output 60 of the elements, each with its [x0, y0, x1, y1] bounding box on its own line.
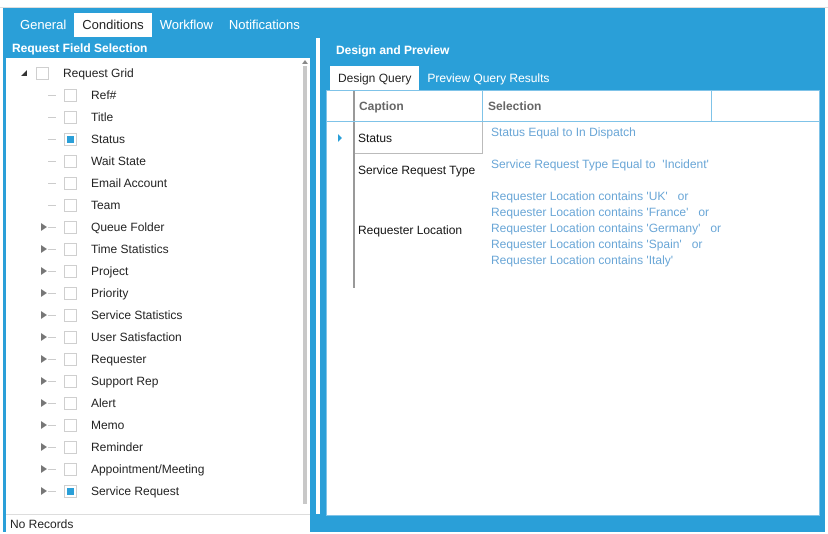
column-header[interactable]: Selection — [483, 91, 712, 121]
condition-text: Requester Location contains 'Spain' or — [491, 236, 704, 252]
tab[interactable]: Design Query — [330, 66, 420, 90]
table-cell[interactable]: Service Request Type — [355, 154, 483, 186]
checkbox[interactable] — [64, 308, 77, 322]
tree-item[interactable]: Project — [91, 262, 128, 280]
tree-item[interactable]: Reminder — [91, 438, 144, 456]
checkbox[interactable] — [64, 154, 77, 168]
checkbox[interactable] — [64, 176, 77, 190]
tree-item[interactable]: Wait State — [91, 152, 146, 170]
condition-text: Status Equal to In Dispatch — [491, 124, 636, 140]
checkbox[interactable] — [36, 66, 49, 80]
tree-item[interactable]: Request Grid — [63, 64, 134, 82]
row-indicator-icon — [338, 134, 342, 142]
checkbox[interactable] — [64, 198, 77, 212]
checkbox[interactable] — [64, 418, 77, 432]
checkbox[interactable] — [64, 440, 77, 454]
checkbox[interactable] — [64, 88, 77, 102]
checkbox[interactable] — [64, 374, 77, 388]
column-header[interactable]: Caption — [355, 91, 483, 121]
checkbox[interactable] — [64, 110, 77, 124]
tree-item[interactable]: Email Account — [91, 174, 168, 192]
condition-text: Requester Location contains 'Germany' or — [491, 220, 722, 236]
scroll-up-icon[interactable] — [302, 60, 308, 64]
tree-item[interactable]: Support Rep — [91, 372, 158, 390]
panel-title: Request Field Selection — [11, 40, 148, 57]
checkbox[interactable] — [64, 242, 77, 256]
tab[interactable]: Conditions — [74, 13, 152, 37]
checkbox[interactable] — [64, 484, 77, 498]
condition-text: Requester Location contains 'Italy' — [491, 252, 674, 268]
condition-text: Service Request Type Equal to 'Incident' — [491, 156, 709, 172]
tree-item[interactable]: Queue Folder — [91, 218, 164, 236]
condition-text: Requester Location contains 'France' or — [491, 204, 710, 220]
checkbox[interactable] — [64, 264, 77, 278]
tree-item[interactable]: Ref# — [91, 86, 116, 104]
table-cell[interactable]: Status — [355, 122, 483, 154]
status-bar: No Records — [6, 514, 310, 532]
panel-title: Design and Preview — [335, 42, 450, 59]
checkbox[interactable] — [64, 220, 77, 234]
tree-item[interactable]: Service Statistics — [91, 306, 182, 324]
tree-item[interactable]: Alert — [91, 394, 116, 412]
tree-item[interactable]: Team — [91, 196, 120, 214]
tree-item[interactable]: User Satisfaction — [91, 328, 182, 346]
tree-item[interactable]: Title — [91, 108, 114, 126]
checkbox[interactable] — [64, 352, 77, 366]
table-cell[interactable]: Requester Location — [355, 186, 483, 274]
tree-item[interactable]: Memo — [91, 416, 124, 434]
checkbox[interactable] — [64, 462, 77, 476]
condition-text: Requester Location contains 'UK' or — [491, 188, 690, 204]
tree-item[interactable]: Appointment/Meeting — [91, 460, 204, 478]
tree-item[interactable]: Status — [91, 130, 126, 148]
checkbox[interactable] — [64, 396, 77, 410]
tree-item[interactable]: Requester — [91, 350, 146, 368]
tree-item[interactable]: Priority — [91, 284, 128, 302]
tree-item[interactable]: Service Request — [91, 482, 180, 500]
checkbox[interactable] — [64, 330, 77, 344]
tree-item[interactable]: Time Statistics — [91, 240, 169, 258]
checkbox[interactable] — [64, 132, 77, 146]
checkbox[interactable] — [64, 286, 77, 300]
expander-icon[interactable] — [20, 69, 28, 77]
